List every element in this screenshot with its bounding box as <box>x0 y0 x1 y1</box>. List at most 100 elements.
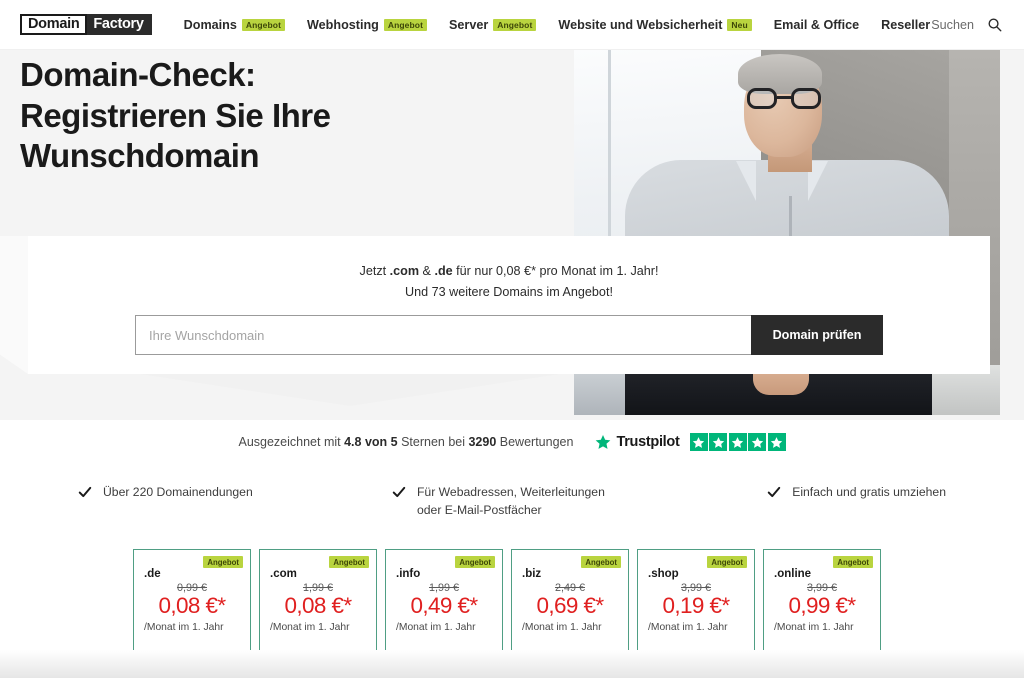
card-tld: .shop <box>648 568 679 580</box>
feature-text: Für Webadressen, Weiterleitungen oder E-… <box>416 485 605 517</box>
price-card-online[interactable]: Angebot .online 3,99 € 0,99 €* /Monat im… <box>763 549 881 663</box>
trustpilot-logo[interactable]: Trustpilot <box>595 433 786 451</box>
feature-text: Über 220 Domainendungen <box>103 485 253 499</box>
star-box <box>748 433 766 451</box>
photo-collar-left <box>735 161 756 202</box>
card-new-price: 0,08 €* <box>158 593 226 618</box>
nav-item-server[interactable]: Server Angebot <box>449 17 537 32</box>
price-card-biz[interactable]: Angebot .biz 2,49 € 0,69 €* /Monat im 1.… <box>511 549 629 663</box>
star-box <box>709 433 727 451</box>
card-badge-angebot: Angebot <box>203 556 243 569</box>
check-icon <box>392 486 406 498</box>
price-card-list: Angebot .de 0,99 € 0,08 €* /Monat im 1. … <box>133 549 881 663</box>
glasses-bridge <box>776 96 791 100</box>
card-tld: .biz <box>522 568 542 580</box>
photo-person-glasses <box>746 88 821 110</box>
search-label[interactable]: Suchen <box>931 18 974 32</box>
header-search-area: Suchen <box>931 17 1002 32</box>
price-card-com[interactable]: Angebot .com 1,99 € 0,08 €* /Monat im 1.… <box>259 549 377 663</box>
logo-text-domain: Domain <box>20 14 88 35</box>
promo-line-2: Und 73 weitere Domains im Angebot! <box>405 284 613 299</box>
promo-tld-com: .com <box>389 264 420 278</box>
feature-list: Über 220 Domainendungen Für Webadressen,… <box>0 484 1024 519</box>
search-icon[interactable] <box>987 17 1002 32</box>
feature-item: Für Webadressen, Weiterleitungen oder E-… <box>367 484 656 519</box>
promo-line-1: Jetzt .com & .de für nur 0,08 €* pro Mon… <box>28 261 990 282</box>
check-icon <box>78 486 92 498</box>
feature-item: Einfach und gratis umziehen <box>657 484 946 519</box>
nav-label: Website und Websicherheit <box>558 17 723 32</box>
card-period: /Monat im 1. Jahr <box>270 622 350 634</box>
trustpilot-star-icon <box>596 435 611 449</box>
logo-text-factory: Factory <box>87 14 152 35</box>
card-period: /Monat im 1. Jahr <box>648 622 728 634</box>
nav-label: Server <box>449 17 489 32</box>
domain-search-bar: Domain prüfen <box>135 315 883 355</box>
page-title: Domain-Check: Registrieren Sie Ihre Wuns… <box>20 56 331 175</box>
main-navigation: Domains Angebot Webhosting Angebot Serve… <box>184 18 932 32</box>
card-new-price: 0,08 €* <box>284 593 352 618</box>
card-tld: .info <box>396 568 421 580</box>
rating-suffix: Bewertungen <box>496 435 574 449</box>
rating-middle: Sternen bei <box>397 435 469 449</box>
nav-item-webhosting[interactable]: Webhosting Angebot <box>307 17 428 32</box>
card-new-price: 0,69 €* <box>536 593 604 618</box>
nav-label: Webhosting <box>307 17 379 32</box>
nav-item-reseller[interactable]: Reseller <box>881 18 930 32</box>
trustpilot-wordmark: Trustpilot <box>616 434 680 450</box>
nav-item-website-und-websicherheit[interactable]: Website und Websicherheit Neu <box>558 17 752 32</box>
nav-item-domains[interactable]: Domains Angebot <box>183 17 286 32</box>
trustpilot-rating: Ausgezeichnet mit 4.8 von 5 Sternen bei … <box>0 433 1024 451</box>
nav-badge-angebot: Angebot <box>493 18 537 31</box>
card-badge-angebot: Angebot <box>329 556 369 569</box>
check-icon <box>767 486 781 498</box>
nav-label: Email & Office <box>773 17 860 32</box>
card-tld: .de <box>144 568 161 580</box>
site-logo[interactable]: Domain Factory <box>20 14 152 35</box>
site-header: Domain Factory Domains Angebot Webhostin… <box>0 0 1024 50</box>
card-tld: .online <box>774 568 812 580</box>
card-new-price: 0,19 €* <box>662 593 730 618</box>
card-badge-angebot: Angebot <box>833 556 873 569</box>
trustpilot-star-rating <box>689 433 786 451</box>
star-box <box>728 433 747 451</box>
domain-search-input[interactable] <box>135 315 751 355</box>
star-box <box>767 433 786 451</box>
card-period: /Monat im 1. Jahr <box>144 622 224 634</box>
feature-item: Über 220 Domainendungen <box>78 484 367 519</box>
card-period: /Monat im 1. Jahr <box>774 622 854 634</box>
domain-search-panel: Jetzt .com & .de für nur 0,08 €* pro Mon… <box>28 236 990 374</box>
page-bottom-fade <box>0 650 1024 678</box>
nav-badge-angebot: Angebot <box>383 18 428 31</box>
rating-prefix: Ausgezeichnet mit <box>238 435 345 449</box>
card-badge-angebot: Angebot <box>581 556 621 569</box>
nav-badge-angebot: Angebot <box>241 18 286 31</box>
card-period: /Monat im 1. Jahr <box>522 622 602 634</box>
card-tld: .com <box>270 568 297 580</box>
promo-suffix: für nur 0,08 €* pro Monat im 1. Jahr! <box>452 264 659 278</box>
star-box <box>689 433 708 451</box>
nav-label: Domains <box>183 17 237 32</box>
nav-label: Reseller <box>881 17 931 32</box>
price-card-shop[interactable]: Angebot .shop 3,99 € 0,19 €* /Monat im 1… <box>637 549 755 663</box>
promo-text: Jetzt .com & .de für nur 0,08 €* pro Mon… <box>28 236 990 303</box>
card-badge-angebot: Angebot <box>455 556 495 569</box>
card-new-price: 0,99 €* <box>788 593 856 618</box>
card-new-price: 0,49 €* <box>410 593 478 618</box>
card-period: /Monat im 1. Jahr <box>396 622 476 634</box>
nav-item-email-office[interactable]: Email & Office <box>774 18 859 32</box>
rating-text: Ausgezeichnet mit 4.8 von 5 Sternen bei … <box>238 435 573 449</box>
glasses-lens-right <box>790 88 821 110</box>
promo-prefix: Jetzt <box>359 264 390 278</box>
rating-score: 4.8 von 5 <box>344 435 398 449</box>
price-card-de[interactable]: Angebot .de 0,99 € 0,08 €* /Monat im 1. … <box>133 549 251 663</box>
nav-badge-neu: Neu <box>727 18 752 31</box>
feature-text: Einfach und gratis umziehen <box>792 485 946 499</box>
rating-count: 3290 <box>468 435 497 449</box>
check-domain-button[interactable]: Domain prüfen <box>751 315 883 355</box>
price-card-info[interactable]: Angebot .info 1,99 € 0,49 €* /Monat im 1… <box>385 549 503 663</box>
promo-tld-de: .de <box>434 264 453 278</box>
promo-mid: & <box>419 264 435 278</box>
glasses-lens-left <box>746 88 777 110</box>
panel-left-wing <box>0 236 28 374</box>
